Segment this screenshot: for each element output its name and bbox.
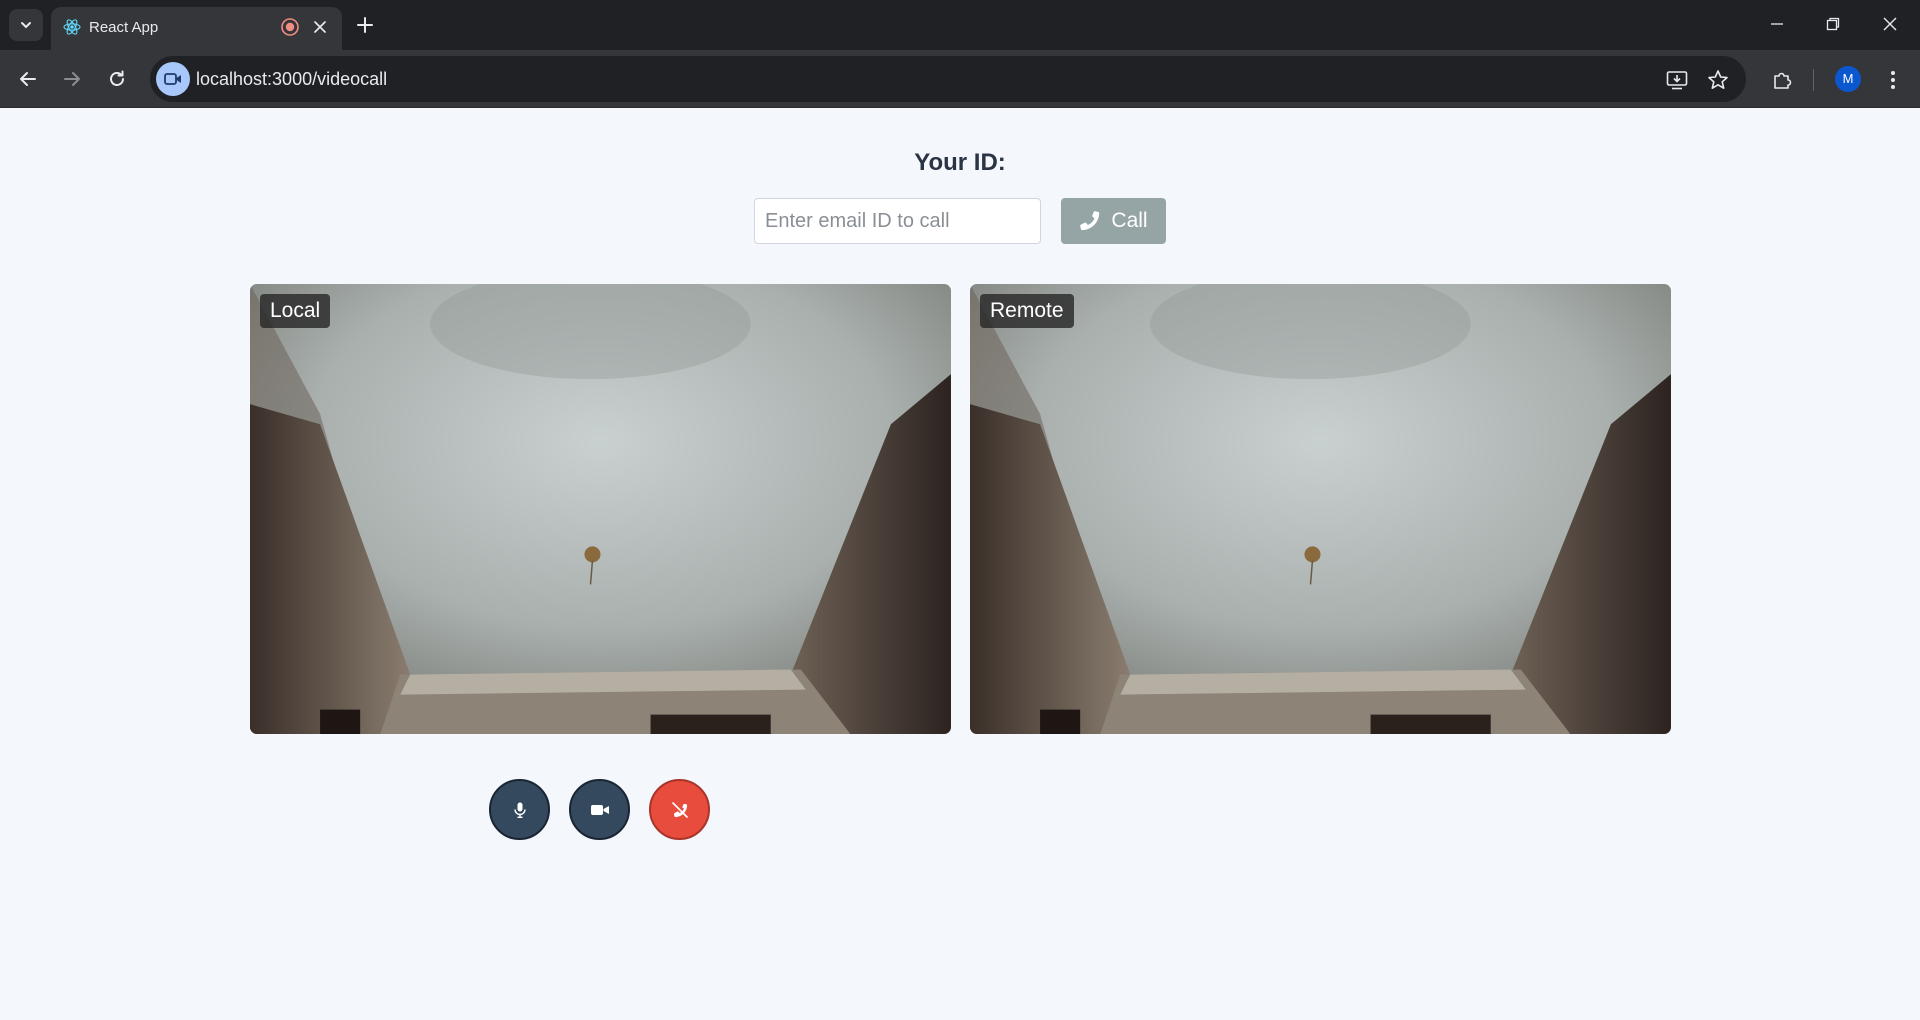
local-video-label: Local [260,294,331,328]
toggle-camera-button[interactable] [569,779,630,840]
browser-tab[interactable]: React App [51,7,342,50]
reload-icon[interactable] [102,64,132,94]
tab-title: React App [89,19,159,36]
kebab-menu-icon[interactable] [1879,66,1907,94]
chevron-down-icon[interactable] [9,9,43,41]
remote-video-feed [970,284,1671,734]
install-app-icon[interactable] [1664,67,1690,93]
url-text[interactable]: localhost:3000/videocall [196,69,387,90]
microphone-icon [513,802,526,818]
remote-video: Remote [970,284,1671,734]
browser-toolbar: localhost:3000/videocall M [0,50,1920,108]
video-camera-icon [590,804,609,815]
your-id-heading: Your ID: [914,149,1006,176]
email-call-input[interactable] [754,198,1041,244]
star-icon[interactable] [1705,67,1731,93]
remote-video-label: Remote [980,294,1074,328]
video-call-page: Your ID: Call [0,109,1920,1020]
toolbar-separator [1813,69,1814,91]
phone-hangup-icon [671,801,688,818]
minimize-icon[interactable] [1762,10,1792,38]
end-call-button[interactable] [649,779,710,840]
local-video: Local [250,284,951,734]
react-icon [63,19,81,35]
plus-icon[interactable] [352,12,378,38]
avatar[interactable]: M [1835,66,1861,92]
mute-mic-button[interactable] [489,779,550,840]
local-video-feed [250,284,951,734]
window-close-icon[interactable] [1875,10,1905,38]
puzzle-icon[interactable] [1768,66,1796,94]
call-button[interactable]: Call [1061,198,1166,244]
browser-tab-strip: React App [0,0,1920,50]
video-camera-icon[interactable] [156,62,190,96]
forward-arrow-icon[interactable] [57,64,87,94]
phone-icon [1080,211,1100,231]
back-arrow-icon[interactable] [13,64,43,94]
close-icon[interactable] [310,17,330,37]
call-button-label: Call [1111,209,1148,232]
recording-icon [281,18,299,36]
address-bar[interactable]: localhost:3000/videocall [150,56,1746,102]
restore-icon[interactable] [1818,10,1848,38]
